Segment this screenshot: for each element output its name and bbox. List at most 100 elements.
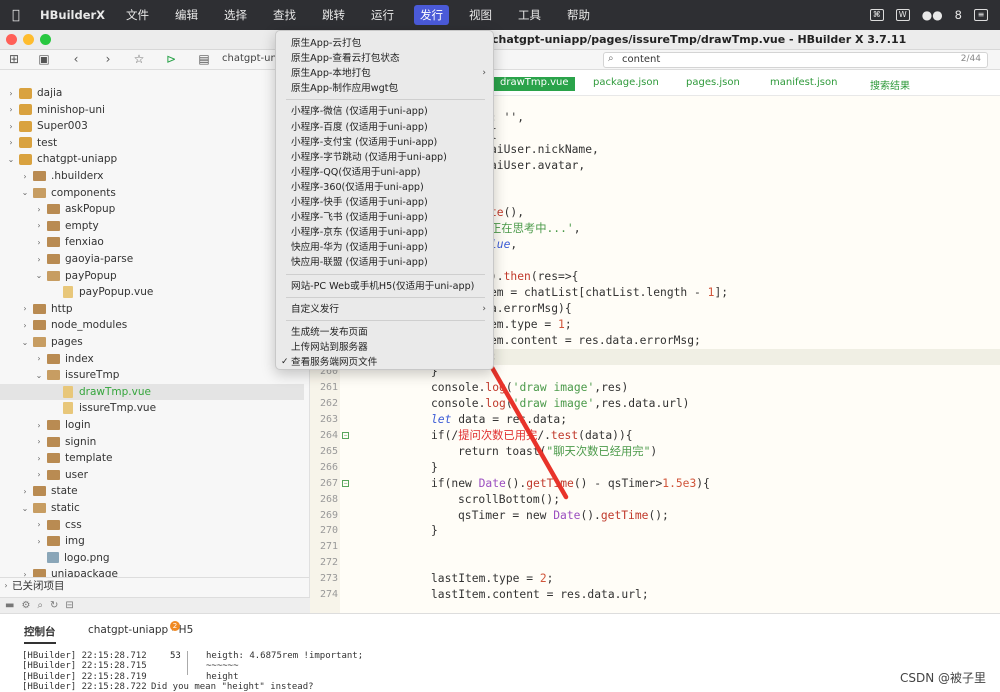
tab-2[interactable]: pages.json	[686, 77, 740, 91]
fold-toggle-icon[interactable]: −	[342, 432, 349, 439]
release-menu-item[interactable]: 原生App-制作应用wgt包	[276, 81, 493, 96]
notification-icon[interactable]: ≡	[974, 9, 988, 21]
tab-3[interactable]: manifest.json	[770, 77, 837, 91]
release-menu-item[interactable]: 小程序-360(仅适用于uni-app)	[276, 180, 493, 195]
app-name[interactable]: HBuilderX	[40, 8, 105, 22]
tab-1[interactable]: package.json	[593, 77, 659, 91]
tree-item[interactable]: › Super003	[0, 118, 304, 134]
run-icon[interactable]: ⊳	[163, 52, 179, 66]
tree-item[interactable]: › fenxiao	[0, 234, 304, 250]
tree-item[interactable]: › node_modules	[0, 317, 304, 333]
menu-6[interactable]: 发行	[414, 5, 450, 25]
tree-item[interactable]: › http	[0, 301, 304, 317]
tree-item[interactable]: ⌄ components	[0, 185, 304, 201]
release-menu-item[interactable]: 小程序-QQ(仅适用于uni-app)	[276, 165, 493, 180]
tree-item[interactable]: › index	[0, 351, 304, 367]
folder-icon	[33, 486, 46, 497]
release-menu-item[interactable]: 上传网站到服务器	[276, 340, 493, 355]
tree-item[interactable]: › css	[0, 517, 304, 533]
search-icon[interactable]: ⌕	[37, 600, 43, 611]
project-icon[interactable]: ▤	[196, 52, 212, 66]
forward-icon[interactable]: ›	[100, 52, 116, 66]
release-menu-item[interactable]: 查看服务端网页文件 ✓	[276, 355, 493, 370]
release-menu-item[interactable]: 快应用-联盟 (仅适用于uni-app)	[276, 255, 493, 270]
menu-1[interactable]: 编辑	[169, 5, 204, 25]
tree-item[interactable]: › minishop-uni	[0, 102, 304, 118]
menu-5[interactable]: 运行	[365, 5, 400, 25]
menu-2[interactable]: 选择	[218, 5, 253, 25]
release-menu-item[interactable]: 生成统一发布页面	[276, 325, 493, 340]
release-menu-item[interactable]: 小程序-京东 (仅适用于uni-app)	[276, 225, 493, 240]
tree-item[interactable]: ⌄ pages	[0, 334, 304, 350]
folder-icon[interactable]: ▬	[5, 600, 14, 611]
minimize-window-icon[interactable]	[23, 34, 34, 45]
collapse-icon[interactable]: ⊟	[65, 600, 73, 611]
tree-item[interactable]: ⌄ issureTmp	[0, 367, 304, 383]
apple-icon[interactable]: 	[12, 8, 26, 23]
release-menu-item[interactable]: 小程序-百度 (仅适用于uni-app)	[276, 120, 493, 135]
gear-icon[interactable]: ⚙	[21, 600, 30, 611]
menu-9[interactable]: 帮助	[561, 5, 596, 25]
tree-item[interactable]: ⌄ static	[0, 500, 304, 516]
input-method-icon[interactable]: ⌘	[869, 9, 884, 21]
menu-7[interactable]: 视图	[463, 5, 498, 25]
release-menu-item[interactable]: 小程序-微信 (仅适用于uni-app)	[276, 104, 493, 119]
search-input[interactable]: content	[622, 54, 660, 65]
tree-item[interactable]: › img	[0, 533, 304, 549]
menu-item-label: 快应用-联盟 (仅适用于uni-app)	[291, 257, 428, 269]
menu-3[interactable]: 查找	[267, 5, 302, 25]
tree-item[interactable]: issureTmp.vue	[0, 400, 304, 416]
zoom-window-icon[interactable]	[40, 34, 51, 45]
new-file-icon[interactable]: ⊞	[6, 52, 22, 66]
tree-item[interactable]: › gaoyia-parse	[0, 251, 304, 267]
close-window-icon[interactable]	[6, 34, 17, 45]
search-box[interactable]: ⌕ content 2/44	[603, 52, 988, 68]
refresh-icon[interactable]: ↻	[50, 600, 58, 611]
tree-item[interactable]: payPopup.vue	[0, 284, 304, 300]
tree-item[interactable]: › .hbuilderx	[0, 168, 304, 184]
code-text: em = chatList[chatList.length - 1];	[490, 285, 729, 299]
release-menu-item[interactable]: 自定义发行 ›	[276, 302, 493, 317]
tree-item[interactable]: › state	[0, 483, 304, 499]
fold-toggle-icon[interactable]: −	[342, 479, 349, 487]
tab-4[interactable]: 搜索结果	[870, 77, 910, 92]
tab-console[interactable]: 控制台	[24, 624, 56, 644]
menu-item-label: 原生App-本地打包	[291, 68, 371, 80]
wechat-icon[interactable]: ●●	[922, 8, 943, 22]
release-menu-item[interactable]: 原生App-云打包	[276, 36, 493, 51]
word-icon[interactable]: W	[895, 9, 910, 21]
tree-item[interactable]: › empty	[0, 218, 304, 234]
tree-item[interactable]: › user	[0, 467, 304, 483]
tree-item[interactable]: ⌄ payPopup	[0, 268, 304, 284]
save-icon[interactable]: ▣	[36, 52, 52, 66]
star-icon[interactable]: ☆	[131, 52, 147, 66]
tree-item[interactable]: › template	[0, 450, 304, 466]
release-menu-item[interactable]: 小程序-飞书 (仅适用于uni-app)	[276, 210, 493, 225]
tree-item[interactable]: › test	[0, 135, 304, 151]
menu-item-label: 生成统一发布页面	[291, 326, 368, 338]
tree-item[interactable]: › dajia	[0, 85, 304, 101]
tree-item[interactable]: › signin	[0, 434, 304, 450]
chevron-right-icon: ›	[23, 304, 27, 314]
code-text: console.log('draw image',res.data.url)	[431, 397, 690, 411]
sidebar-footer: ▬ ⚙ ⌕ ↻ ⊟	[0, 597, 310, 613]
release-menu-item[interactable]: 快应用-华为 (仅适用于uni-app)	[276, 240, 493, 255]
release-menu-item[interactable]: 小程序-快手 (仅适用于uni-app)	[276, 195, 493, 210]
tree-item[interactable]: logo.png	[0, 550, 304, 566]
release-menu-item[interactable]: 网站-PC Web或手机H5(仅适用于uni-app)	[276, 279, 493, 294]
vue-file-icon	[63, 385, 73, 398]
release-menu-item[interactable]: 小程序-字节跳动 (仅适用于uni-app)	[276, 150, 493, 165]
back-icon[interactable]: ‹	[68, 52, 84, 66]
menu-8[interactable]: 工具	[512, 5, 547, 25]
tree-item[interactable]: › login	[0, 417, 304, 433]
tab-0[interactable]: drawTmp.vue	[494, 77, 575, 91]
tree-item[interactable]: drawTmp.vue	[0, 383, 304, 400]
tree-item[interactable]: ⌄ chatgpt-uniapp	[0, 151, 304, 167]
release-menu-item[interactable]: 原生App-查看云打包状态	[276, 51, 493, 66]
closed-projects[interactable]: › 已关闭项目	[0, 577, 309, 593]
menu-4[interactable]: 跳转	[316, 5, 351, 25]
tree-item[interactable]: › askPopup	[0, 201, 304, 217]
menu-0[interactable]: 文件	[120, 5, 155, 25]
release-menu-item[interactable]: 小程序-支付宝 (仅适用于uni-app)	[276, 135, 493, 150]
release-menu-item[interactable]: 原生App-本地打包 ›	[276, 66, 493, 81]
